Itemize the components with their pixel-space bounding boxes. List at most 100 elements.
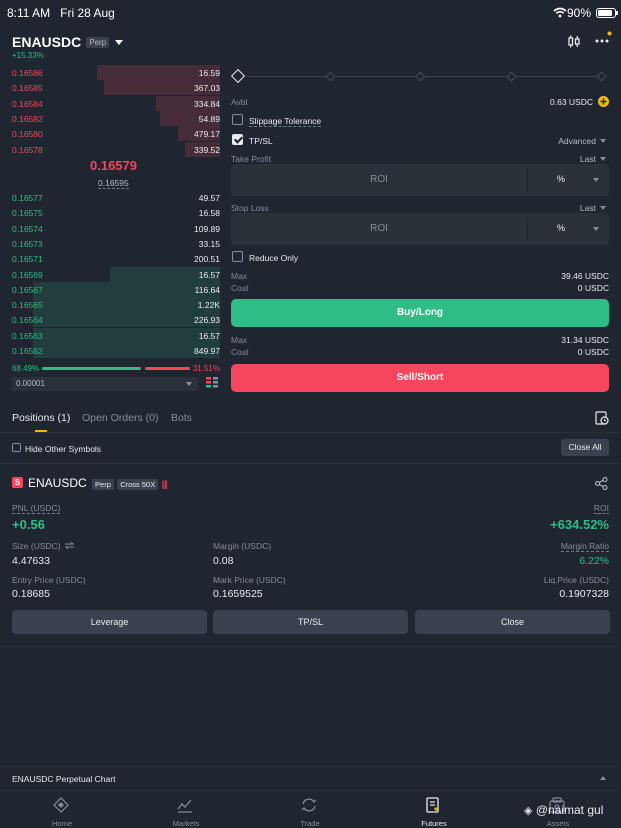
nav-futures[interactable]: Futures: [372, 791, 496, 828]
tabs-divider: [0, 432, 621, 433]
hide-other-symbols-checkbox[interactable]: [12, 443, 21, 452]
short-side-badge: S: [12, 477, 23, 488]
bid-qty: 116.64: [194, 284, 220, 295]
slider-step-75[interactable]: [506, 71, 517, 82]
bid-row[interactable]: 0.16569 16.57: [12, 266, 220, 282]
ask-qty: 334.84: [194, 98, 220, 109]
bid-row[interactable]: 0.16571 200.51: [12, 251, 220, 266]
tpsl-button[interactable]: TP/SL: [213, 610, 408, 634]
stop-loss-trigger[interactable]: Last: [580, 203, 606, 213]
stop-loss-unit[interactable]: %: [557, 223, 565, 233]
ask-row[interactable]: 0.16578 339.52: [12, 141, 220, 157]
tab-bots[interactable]: Bots: [171, 412, 192, 424]
bid-row[interactable]: 0.16577 49.57: [12, 190, 220, 205]
bid-row[interactable]: 0.16575 16.58: [12, 205, 220, 220]
bid-row[interactable]: 0.16573 33.15: [12, 236, 220, 251]
ask-price: 0.16578: [12, 144, 43, 155]
last-price[interactable]: 0.16579: [90, 158, 137, 173]
tpsl-label: TP/SL: [249, 136, 273, 146]
size-value: 4.47633: [12, 555, 50, 567]
ask-row[interactable]: 0.16584 334.84: [12, 95, 220, 111]
ask-row[interactable]: 0.16585 367.03: [12, 80, 220, 96]
sell-max-label: Max: [231, 335, 248, 345]
slider-step-50[interactable]: [415, 71, 426, 82]
add-funds-icon[interactable]: [598, 96, 609, 107]
bid-row[interactable]: 0.16567 116.64: [12, 281, 220, 297]
stop-loss-input[interactable]: ROI %: [231, 213, 609, 245]
bid-price: 0.16565: [12, 300, 43, 311]
close-all-button[interactable]: Close All: [561, 439, 609, 456]
bid-price: 0.16569: [12, 269, 43, 280]
bid-qty: 49.57: [198, 193, 220, 203]
symbol-selector[interactable]: ENAUSDC Perp: [12, 34, 124, 50]
nav-trade[interactable]: Trade: [248, 791, 372, 828]
entry-price-value: 0.18685: [12, 588, 50, 600]
pnl-label: PNL (USDC): [12, 503, 61, 514]
take-profit-trigger[interactable]: Last: [580, 154, 606, 164]
close-position-button[interactable]: Close: [415, 610, 610, 634]
calendar-clock-icon[interactable]: [595, 411, 609, 425]
swap-icon[interactable]: [64, 541, 75, 550]
ask-row[interactable]: 0.16586 16.59: [12, 65, 220, 80]
ask-row[interactable]: 0.16580 479.17: [12, 126, 220, 142]
chart-toggle-bar[interactable]: ENAUSDC Perpetual Chart: [0, 766, 621, 790]
chevron-down-icon: [593, 227, 599, 231]
sell-ratio-bar: [145, 367, 190, 370]
bid-row[interactable]: 0.16564 226.93: [12, 312, 220, 328]
battery-percent: 90%: [566, 6, 591, 20]
bid-price: 0.16573: [12, 238, 43, 249]
avbl-value: 0.63 USDC: [550, 97, 593, 107]
bid-row[interactable]: 0.16562 849.97: [12, 343, 220, 358]
nav-markets[interactable]: Markets: [124, 791, 248, 828]
positions-divider: [0, 463, 621, 464]
buy-cost-value: 0 USDC: [577, 283, 609, 293]
reduce-only-checkbox[interactable]: [232, 251, 243, 262]
mark-price[interactable]: 0.16595: [98, 178, 129, 189]
buy-sell-ratio: 68.49% 31.51%: [12, 362, 220, 374]
tpsl-checkbox[interactable]: [232, 134, 243, 145]
ask-price: 0.16582: [12, 113, 43, 124]
ask-row[interactable]: 0.16582 54.89: [12, 110, 220, 126]
candlestick-icon[interactable]: [567, 35, 581, 48]
pnl-value: +0.56: [12, 517, 45, 532]
ask-qty: 367.03: [194, 83, 220, 94]
bid-depth-bar: [32, 281, 220, 297]
stop-loss-label: Stop Loss: [231, 203, 269, 213]
ask-qty: 54.89: [198, 113, 220, 124]
nav-home[interactable]: Home: [0, 791, 124, 828]
margin-label: Margin (USDC): [213, 541, 272, 551]
buy-long-button[interactable]: Buy/Long: [231, 299, 609, 327]
leverage-button[interactable]: Leverage: [12, 610, 207, 634]
buy-max-label: Max: [231, 271, 248, 281]
bid-row[interactable]: 0.16563 16.57: [12, 327, 220, 343]
take-profit-input[interactable]: ROI %: [231, 164, 609, 196]
take-profit-unit[interactable]: %: [557, 174, 565, 184]
precision-select[interactable]: 0.00001: [12, 377, 198, 391]
take-profit-label: Take Profit: [231, 154, 272, 164]
more-icon[interactable]: [594, 31, 612, 47]
status-time: 8:11 AM Fri 28 Aug: [7, 6, 115, 20]
bid-qty: 109.89: [194, 223, 220, 234]
bid-row[interactable]: 0.16565 1.22K: [12, 297, 220, 313]
slider-step-25[interactable]: [325, 71, 336, 82]
sell-short-button[interactable]: Sell/Short: [231, 364, 609, 392]
bid-qty: 33.15: [198, 238, 220, 249]
mark-price-value: 0.1659525: [213, 588, 263, 600]
dropdown-icon: [115, 40, 124, 45]
slider-handle[interactable]: [230, 68, 246, 84]
position-symbol-row[interactable]: ENAUSDC Perp Cross 50X ||||: [28, 476, 168, 490]
bid-price: 0.16575: [12, 208, 43, 219]
sell-max-value: 31.34 USDC: [561, 335, 609, 345]
bid-row[interactable]: 0.16574 109.89: [12, 221, 220, 236]
share-icon[interactable]: [595, 477, 608, 490]
slippage-checkbox[interactable]: [232, 114, 243, 125]
slider-step-100[interactable]: [596, 71, 607, 82]
tab-open-orders[interactable]: Open Orders (0): [82, 412, 158, 424]
position-divider: [0, 646, 621, 647]
advanced-dropdown[interactable]: Advanced: [558, 136, 606, 146]
tab-positions[interactable]: Positions (1): [12, 412, 70, 424]
order-book-layout-icon[interactable]: [206, 377, 218, 389]
buy-ratio-bar: [42, 367, 142, 370]
bid-depth-bar: [32, 297, 220, 313]
perp-badge: Perp: [86, 37, 110, 48]
